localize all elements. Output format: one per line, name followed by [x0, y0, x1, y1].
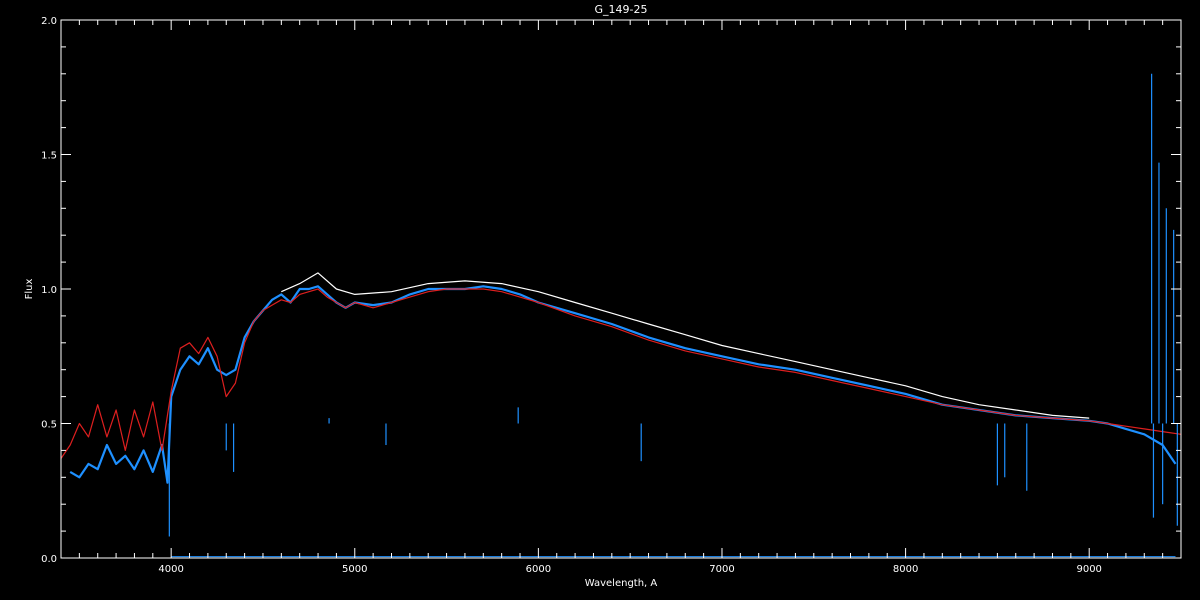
chart-background: [0, 0, 1200, 600]
x-tick-label: 5000: [342, 564, 367, 575]
y-tick-label: 0.0: [41, 554, 57, 565]
x-tick-label: 4000: [158, 564, 183, 575]
x-tick-label: 6000: [526, 564, 551, 575]
x-tick-label: 9000: [1076, 564, 1101, 575]
y-tick-label: 1.5: [41, 151, 57, 162]
y-tick-label: 1.0: [41, 285, 57, 296]
x-tick-label: 8000: [893, 564, 918, 575]
x-tick-label: 7000: [709, 564, 734, 575]
chart-title: G_149-25: [595, 3, 648, 16]
y-tick-label: 2.0: [41, 16, 57, 27]
y-axis-title: Flux: [24, 279, 35, 300]
x-axis-title: Wavelength, A: [585, 578, 658, 589]
y-tick-label: 0.5: [41, 420, 57, 431]
spectrum-chart: G_149-25 4000 5000 6000 7000 8000 9000 0.0 0.5 1…: [0, 0, 1200, 600]
